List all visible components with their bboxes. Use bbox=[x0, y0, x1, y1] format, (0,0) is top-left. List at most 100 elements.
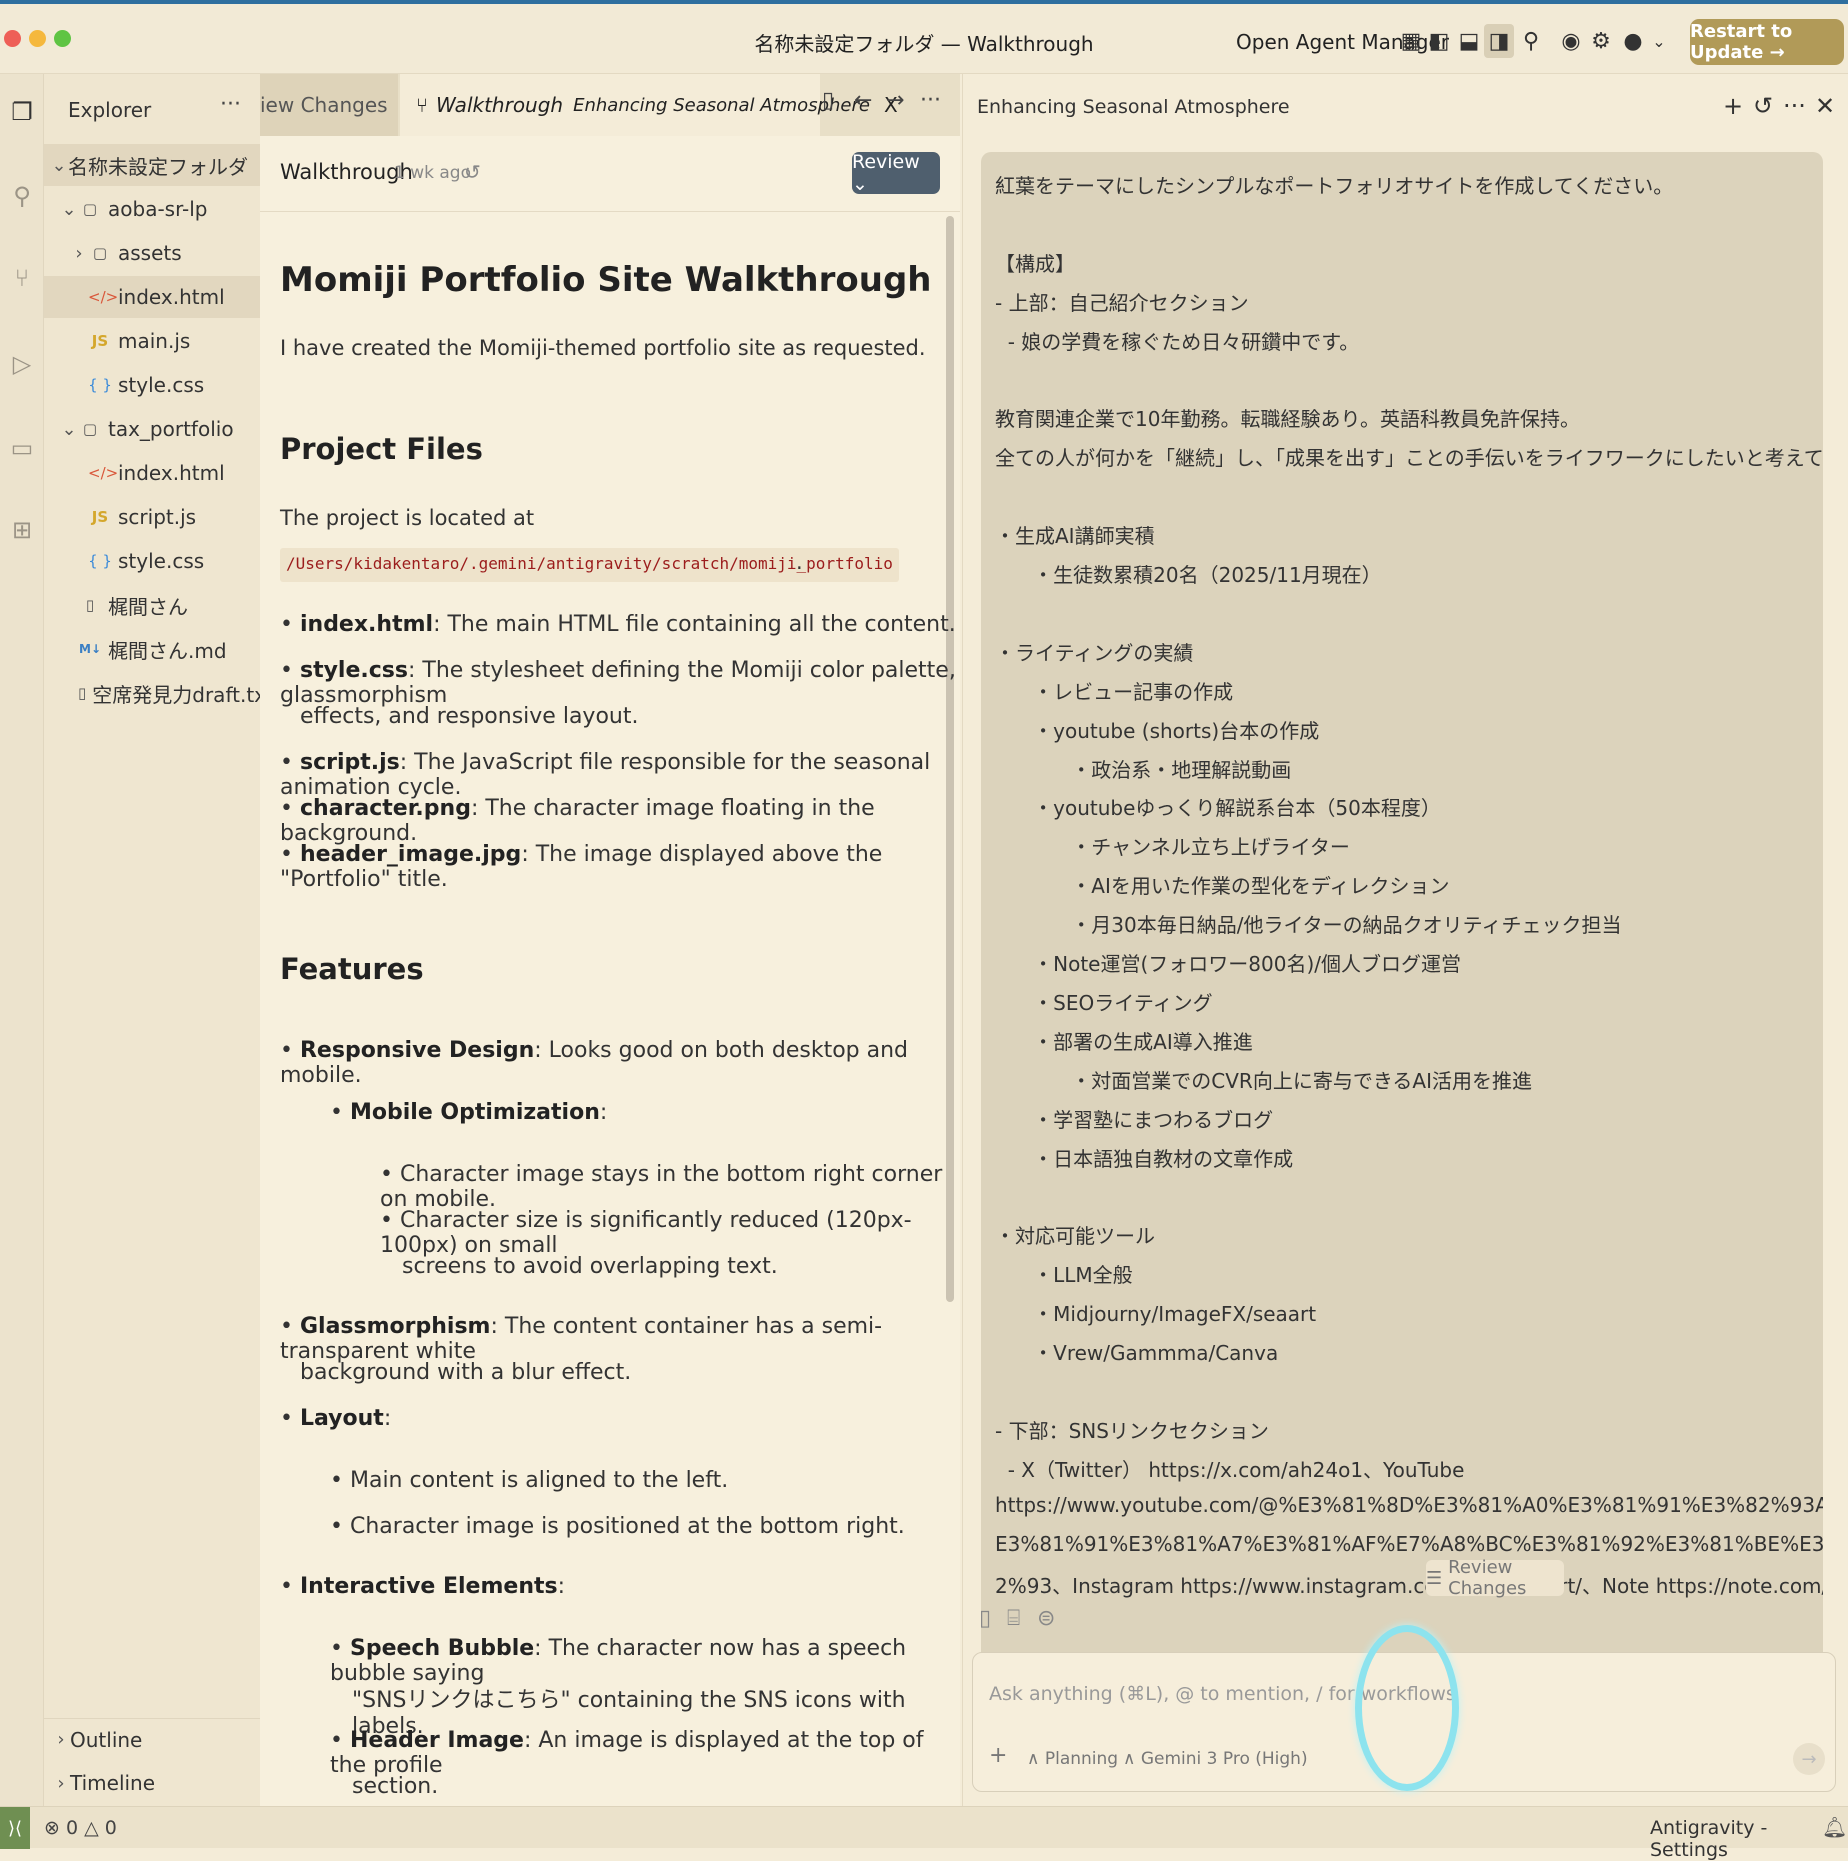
feature-desc: Character size is significantly reduced … bbox=[380, 1208, 912, 1258]
file-icon[interactable]: ▯ bbox=[979, 1606, 991, 1631]
tree-label: index.html bbox=[118, 285, 225, 309]
tree-label: style.css bbox=[118, 549, 205, 573]
files-icon[interactable]: ❐ bbox=[4, 94, 40, 130]
list-item: • Character size is significantly reduce… bbox=[380, 1208, 912, 1258]
js-icon: JS bbox=[91, 508, 109, 526]
doc-header-title: Walkthrough bbox=[280, 160, 413, 184]
message-line: ・対応可能ツール bbox=[995, 1224, 1155, 1249]
list-item-continued: effects, and responsive layout. bbox=[300, 704, 639, 729]
problems-indicator[interactable]: ⊗ 0 △ 0 bbox=[44, 1817, 117, 1839]
extensions-icon[interactable]: ⊞ bbox=[4, 512, 40, 548]
review-button[interactable]: Review ⌄ bbox=[852, 151, 940, 195]
send-arrow-icon[interactable]: → bbox=[1793, 1743, 1825, 1775]
branch-icon: ⑂ bbox=[416, 93, 428, 117]
message-line: 紅葉をテーマにしたシンプルなポートフォリオサイトを作成してください。 bbox=[995, 174, 1674, 198]
split-editor-icon[interactable]: ▯ bbox=[822, 88, 834, 113]
history-icon[interactable]: ↺ bbox=[1753, 92, 1773, 120]
close-icon[interactable]: ✕ bbox=[1815, 92, 1835, 120]
browser-icon[interactable]: ◉ bbox=[1556, 24, 1586, 58]
message-line: 教育関連企業で10年勤務。転職経験あり。英語科教員免許保持。 bbox=[995, 407, 1581, 432]
tree-item-tax-portfolio[interactable]: ⌄ ▢ tax_portfolio bbox=[44, 408, 260, 450]
new-chat-icon[interactable]: + bbox=[1723, 92, 1743, 120]
settings-link[interactable]: Antigravity - Settings bbox=[1650, 1817, 1848, 1861]
located-text: The project is located at bbox=[280, 506, 535, 530]
message-line: ・学習塾にまつわるブログ bbox=[995, 1107, 1274, 1132]
tree-item-index-html[interactable]: </> index.html bbox=[44, 452, 260, 494]
remote-icon[interactable]: ⟩⟨ bbox=[0, 1807, 30, 1849]
tree-item-file[interactable]: ▯ 梶間さん bbox=[44, 584, 260, 626]
chevron-down-icon[interactable]: ⌄ bbox=[1644, 24, 1674, 58]
cursor-highlight-ring bbox=[1355, 1625, 1459, 1791]
list-item: • Main content is aligned to the left. bbox=[330, 1468, 729, 1493]
search-icon[interactable]: ⚲ bbox=[1516, 24, 1546, 58]
tree-item-main-js[interactable]: JS main.js bbox=[44, 320, 260, 362]
tree-item-style-css[interactable]: { } style.css bbox=[44, 540, 260, 582]
tree-item-index-html[interactable]: </> index.html bbox=[44, 276, 260, 318]
tree-item-txt[interactable]: ▯ 空席発見力draft.txt bbox=[44, 672, 260, 714]
feature-desc: : bbox=[383, 1406, 392, 1431]
toggle-sidebar-icon[interactable]: ◧ bbox=[1424, 24, 1454, 58]
file-icon: ▯ bbox=[85, 596, 95, 614]
outline-section[interactable]: › Outline bbox=[44, 1718, 260, 1760]
terminal-icon[interactable]: ⌸ bbox=[1007, 1606, 1020, 1631]
folder-icon: ▢ bbox=[92, 244, 108, 262]
feature-desc: Main content is aligned to the left. bbox=[349, 1468, 729, 1493]
tree-label: script.js bbox=[118, 505, 197, 529]
message-line: ・Note運営(フォロワー800名)/個人ブログ運営 bbox=[995, 952, 1462, 976]
source-control-icon[interactable]: ⑂ bbox=[4, 260, 40, 296]
gear-icon[interactable]: ⚙ bbox=[1586, 24, 1616, 58]
doc-intro: I have created the Momiji-themed portfol… bbox=[280, 336, 926, 360]
message-line: ・部署の生成AI導入推進 bbox=[995, 1029, 1253, 1054]
section-heading: Project Files bbox=[280, 432, 483, 466]
css-icon: { } bbox=[88, 376, 112, 394]
folder-icon: ▢ bbox=[82, 420, 98, 438]
list-item: • character.png: The character image flo… bbox=[280, 796, 875, 846]
more-icon[interactable]: ··· bbox=[220, 92, 241, 117]
list-item: • style.css: The stylesheet defining the… bbox=[280, 658, 956, 708]
file-name: script.js bbox=[299, 750, 400, 775]
message-line: ・対面営業でのCVR向上に寄与できるAI活用を推進 bbox=[995, 1068, 1533, 1093]
message-line: - 下部：SNSリンクセクション bbox=[995, 1418, 1269, 1443]
list-item: • Character image stays in the bottom ri… bbox=[380, 1162, 943, 1212]
tree-item-aoba-sr-lp[interactable]: ⌄ ▢ aoba-sr-lp bbox=[44, 188, 260, 230]
restart-to-update-button[interactable]: Restart to Update → bbox=[1690, 19, 1844, 65]
tree-item-style-css[interactable]: { } style.css bbox=[44, 364, 260, 406]
bell-icon[interactable]: 🔔︎ bbox=[1822, 1815, 1847, 1839]
more-icon[interactable]: ··· bbox=[920, 88, 941, 113]
tree-label: tax_portfolio bbox=[108, 417, 234, 441]
more-icon[interactable]: ··· bbox=[1783, 92, 1806, 120]
tree-item-script-js[interactable]: JS script.js bbox=[44, 496, 260, 538]
tree-label: main.js bbox=[118, 329, 191, 353]
tree-item-markdown[interactable]: M↓ 梶間さん.md bbox=[44, 628, 260, 670]
layout-icon[interactable]: ▦ bbox=[1396, 24, 1426, 58]
tab-walkthrough[interactable]: ⑂ Walkthrough Enhancing Seasonal Atmosph… bbox=[400, 74, 898, 136]
tree-item-assets[interactable]: › ▢ assets bbox=[44, 232, 260, 274]
review-changes-button[interactable]: ☰ Review Changes bbox=[1426, 1557, 1564, 1599]
message-line: ・LLM全般 bbox=[995, 1263, 1133, 1288]
search-icon[interactable]: ⚲ bbox=[4, 178, 40, 214]
model-dropdown[interactable]: ∧ Gemini 3 Pro (High) bbox=[1123, 1749, 1308, 1769]
tree-label: 名称未設定フォルダ bbox=[68, 154, 248, 179]
tree-root[interactable]: ⌄ 名称未設定フォルダ bbox=[44, 144, 260, 186]
planning-mode-dropdown[interactable]: ∧ Planning bbox=[1027, 1749, 1118, 1769]
explorer-panel: Explorer ··· ⌄ 名称未設定フォルダ ⌄ ▢ aoba-sr-lp … bbox=[44, 74, 260, 1806]
feature-name: Interactive Elements bbox=[299, 1574, 558, 1599]
timeline-section[interactable]: › Timeline bbox=[44, 1762, 260, 1804]
toggle-secondary-sidebar-icon[interactable]: ◨ bbox=[1484, 24, 1514, 58]
period: . bbox=[796, 550, 803, 574]
history-icon[interactable]: ↺ bbox=[464, 160, 481, 184]
browser-icon[interactable]: ⊜ bbox=[1037, 1606, 1055, 1631]
list-item: • Character image is positioned at the b… bbox=[330, 1514, 905, 1539]
forward-arrow-icon[interactable]: → bbox=[886, 88, 904, 113]
remote-explorer-icon[interactable]: ▭ bbox=[4, 430, 40, 466]
toggle-panel-icon[interactable]: ⬓ bbox=[1454, 24, 1484, 58]
back-arrow-icon[interactable]: ← bbox=[854, 88, 872, 113]
list-item-continued: section. bbox=[352, 1774, 439, 1799]
run-debug-icon[interactable]: ▷ bbox=[4, 346, 40, 382]
message-line: E3%81%91%E3%81%A7%E3%81%AF%E7%A8%BC%E3%8… bbox=[995, 1531, 1823, 1556]
tree-label: index.html bbox=[118, 461, 225, 485]
doc-header: Walkthrough 1 wk ago ↺ Review ⌄ bbox=[260, 136, 960, 212]
tab-review-changes[interactable]: iew Changes bbox=[260, 74, 398, 136]
tab-label: Walkthrough bbox=[436, 93, 564, 117]
add-context-button[interactable]: + bbox=[989, 1743, 1007, 1768]
